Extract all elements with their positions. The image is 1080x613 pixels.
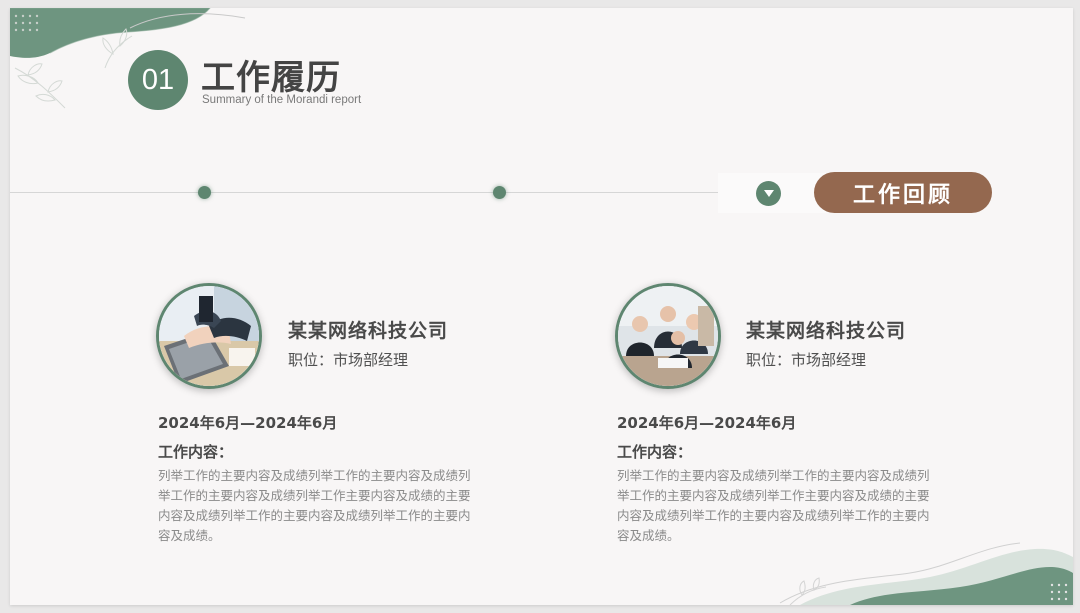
page-subtitle: Summary of the Morandi report: [202, 94, 362, 106]
section-number-badge: 01: [128, 50, 188, 110]
office-laptop-image: [159, 286, 259, 386]
employment-date: 2024年6月—2024年6月: [158, 414, 338, 432]
job-position: 职位：市场部经理: [288, 351, 409, 369]
work-content-label: 工作内容：: [617, 443, 693, 461]
employment-date: 2024年6月—2024年6月: [617, 414, 797, 432]
work-description: 列举工作的主要内容及成绩列举工作的主要内容及成绩列举工作的主要内容及成绩列举工作…: [158, 468, 471, 543]
timeline-dot: [198, 186, 211, 199]
work-review-tab[interactable]: 工作回顾: [814, 172, 992, 213]
job-position: 职位：市场部经理: [746, 351, 867, 369]
timeline-dot: [493, 186, 506, 199]
work-content-label: 工作内容：: [158, 443, 234, 461]
timeline-line: [10, 192, 730, 193]
entry-photo: [615, 283, 721, 389]
entry-photo: [156, 283, 262, 389]
slide: 01 工作履历 Summary of the Morandi report 工作…: [10, 8, 1073, 605]
company-name: 某某网络科技公司: [288, 320, 449, 342]
bottom-right-wave-decoration: [779, 542, 1073, 605]
page-title: 工作履历: [201, 58, 341, 98]
caret-down-icon: [763, 190, 774, 197]
company-name: 某某网络科技公司: [746, 320, 907, 342]
team-meeting-image: [618, 286, 718, 386]
dropdown-button[interactable]: [756, 181, 781, 206]
